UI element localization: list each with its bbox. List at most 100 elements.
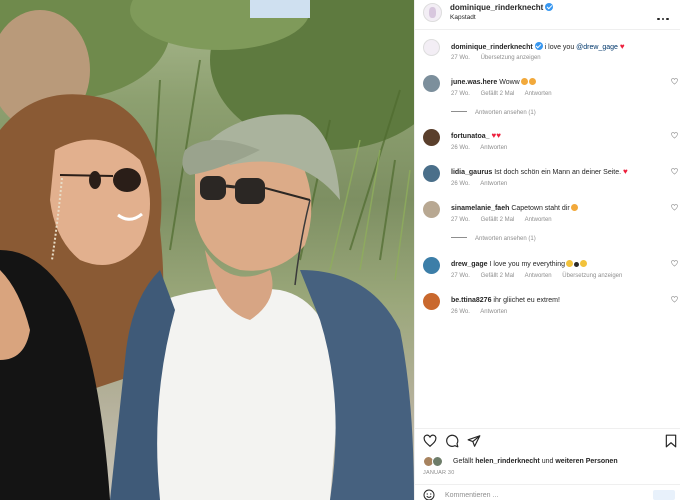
smile-icon[interactable]	[423, 489, 435, 500]
comment-avatar[interactable]	[423, 165, 440, 182]
liked-by-others[interactable]: weiteren Personen	[555, 458, 617, 465]
comment-input[interactable]: Kommentieren ...	[445, 492, 498, 499]
comment-meta: 27 Wo. Gefällt 2 Mal Antworten	[451, 91, 561, 97]
heart-emoji: ♥	[619, 42, 625, 51]
comment-avatar[interactable]	[423, 257, 440, 274]
author-username[interactable]: dominique_rinderknecht	[450, 3, 554, 12]
comment-body: ihr gliichet eu extrem!	[493, 297, 560, 304]
liked-by-user[interactable]: helen_rinderknecht	[475, 458, 540, 465]
comment-time[interactable]: 26 Wo.	[451, 145, 470, 151]
header-divider	[415, 29, 680, 30]
verified-icon	[545, 3, 554, 11]
share-icon[interactable]	[467, 434, 481, 448]
caption-username[interactable]: dominique_rinderknecht	[451, 44, 533, 51]
comment-body: I love you my everything	[489, 261, 566, 268]
liked-by: Gefällt helen_rinderknecht und weiteren …	[423, 456, 673, 468]
comment-username[interactable]: drew_gage	[451, 261, 488, 268]
comment-avatar[interactable]	[423, 129, 440, 146]
actions-divider	[415, 428, 680, 429]
comment-body: Capetown staht dir	[511, 205, 570, 212]
heart-icon[interactable]	[671, 78, 678, 85]
caption-body: i love you	[544, 44, 575, 51]
comment-text: sinamelanie_faeh Capetown staht dir	[451, 204, 661, 213]
author-avatar[interactable]	[423, 3, 442, 22]
comment-avatar[interactable]	[423, 201, 440, 218]
comment-avatar[interactable]	[423, 75, 440, 92]
comment-likes[interactable]: Gefällt 2 Mal	[481, 273, 515, 279]
comment-body: Woww	[499, 79, 520, 86]
comment-time[interactable]: 26 Wo.	[451, 181, 470, 187]
comment-text: be.ttina8276 ihr gliichet eu extrem!	[451, 296, 661, 305]
action-bar	[415, 430, 680, 452]
more-icon[interactable]	[657, 7, 671, 20]
reply-button[interactable]: Antworten	[480, 181, 507, 187]
heart-eyes-emoji	[520, 78, 528, 85]
comment-body: Ist doch schön ein Mann an deiner Seite.	[494, 169, 622, 176]
view-replies-button[interactable]: Antworten ansehen (1)	[451, 110, 536, 116]
heart-icon[interactable]	[423, 434, 437, 448]
caption-meta: 27 Wo. Übersetzung anzeigen	[451, 55, 550, 61]
heart-icon[interactable]	[671, 260, 678, 267]
comment-username[interactable]: june.was.here	[451, 79, 497, 86]
bookmark-icon[interactable]	[665, 434, 677, 448]
comment-text: drew_gage I love you my everything	[451, 260, 661, 269]
heart-icon[interactable]	[671, 204, 678, 211]
comment-text: june.was.here Woww	[451, 78, 661, 87]
liker-avatars[interactable]	[423, 456, 445, 467]
caption-text: dominique_rinderknecht i love you @drew_…	[451, 42, 661, 52]
comment-text: lidia_gaurus Ist doch schön ein Mann an …	[451, 168, 661, 177]
heart-eyes-emoji	[570, 204, 578, 211]
photo-illustration	[0, 0, 414, 500]
post-date[interactable]: JANUAR 30	[423, 470, 454, 476]
add-comment-bar: Kommentieren ...	[415, 486, 680, 500]
smile-emoji	[580, 260, 588, 267]
reply-button[interactable]: Antworten	[525, 91, 552, 97]
view-replies-button[interactable]: Antworten ansehen (1)	[451, 236, 536, 242]
comment-likes[interactable]: Gefällt 2 Mal	[481, 91, 515, 97]
caption-mention-link[interactable]: @drew_gage	[576, 44, 618, 51]
liked-by-text: Gefällt helen_rinderknecht und weiteren …	[453, 458, 618, 465]
reply-button[interactable]: Antworten	[480, 145, 507, 151]
reply-button[interactable]: Antworten	[525, 217, 552, 223]
heart-eyes-emoji	[528, 78, 536, 85]
translate-link[interactable]: Übersetzung anzeigen	[562, 273, 622, 279]
comment-icon[interactable]	[445, 434, 459, 448]
comment-meta: 27 Wo. Gefällt 2 Mal Antworten Übersetzu…	[451, 273, 631, 279]
comment-time[interactable]: 27 Wo.	[451, 91, 470, 97]
post-header: dominique_rinderknecht Kapstadt	[415, 0, 680, 28]
comment-meta: 27 Wo. Gefällt 2 Mal Antworten	[451, 217, 561, 223]
post-comment-button[interactable]	[653, 490, 675, 500]
comment-time[interactable]: 27 Wo.	[451, 217, 470, 223]
heart-emoji: ♥♥	[491, 131, 501, 140]
post-details-panel: dominique_rinderknecht Kapstadt dominiqu…	[414, 0, 680, 500]
comment-time[interactable]: 26 Wo.	[451, 309, 470, 315]
comment-text: fortunatoa_ ♥♥	[451, 132, 661, 141]
caption-translate-link[interactable]: Übersetzung anzeigen	[481, 55, 541, 61]
comment-divider	[415, 484, 680, 485]
caption-avatar[interactable]	[423, 39, 440, 56]
reply-button[interactable]: Antworten	[480, 309, 507, 315]
post-location[interactable]: Kapstadt	[450, 14, 476, 21]
heart-icon[interactable]	[671, 168, 678, 175]
comment-meta: 26 Wo. Antworten	[451, 145, 516, 151]
reply-button[interactable]: Antworten	[525, 273, 552, 279]
comment-avatar[interactable]	[423, 293, 440, 310]
comment-username[interactable]: sinamelanie_faeh	[451, 205, 509, 212]
caption-time[interactable]: 27 Wo.	[451, 55, 470, 61]
post-photo[interactable]	[0, 0, 414, 500]
comment-username[interactable]: fortunatoa_	[451, 133, 490, 140]
comment-time[interactable]: 27 Wo.	[451, 273, 470, 279]
comment-likes[interactable]: Gefällt 2 Mal	[481, 217, 515, 223]
liked-middle: und	[541, 458, 554, 465]
comment-username[interactable]: be.ttina8276	[451, 297, 491, 304]
comment-meta: 26 Wo. Antworten	[451, 181, 516, 187]
liked-prefix: Gefällt	[453, 458, 474, 465]
heart-emoji	[574, 262, 580, 267]
smile-emoji	[566, 260, 574, 267]
verified-icon	[534, 42, 543, 50]
author-username-text[interactable]: dominique_rinderknecht	[450, 3, 543, 12]
heart-icon[interactable]	[671, 296, 678, 303]
heart-emoji: ♥	[623, 167, 628, 176]
heart-icon[interactable]	[671, 132, 678, 139]
comment-username[interactable]: lidia_gaurus	[451, 169, 492, 176]
